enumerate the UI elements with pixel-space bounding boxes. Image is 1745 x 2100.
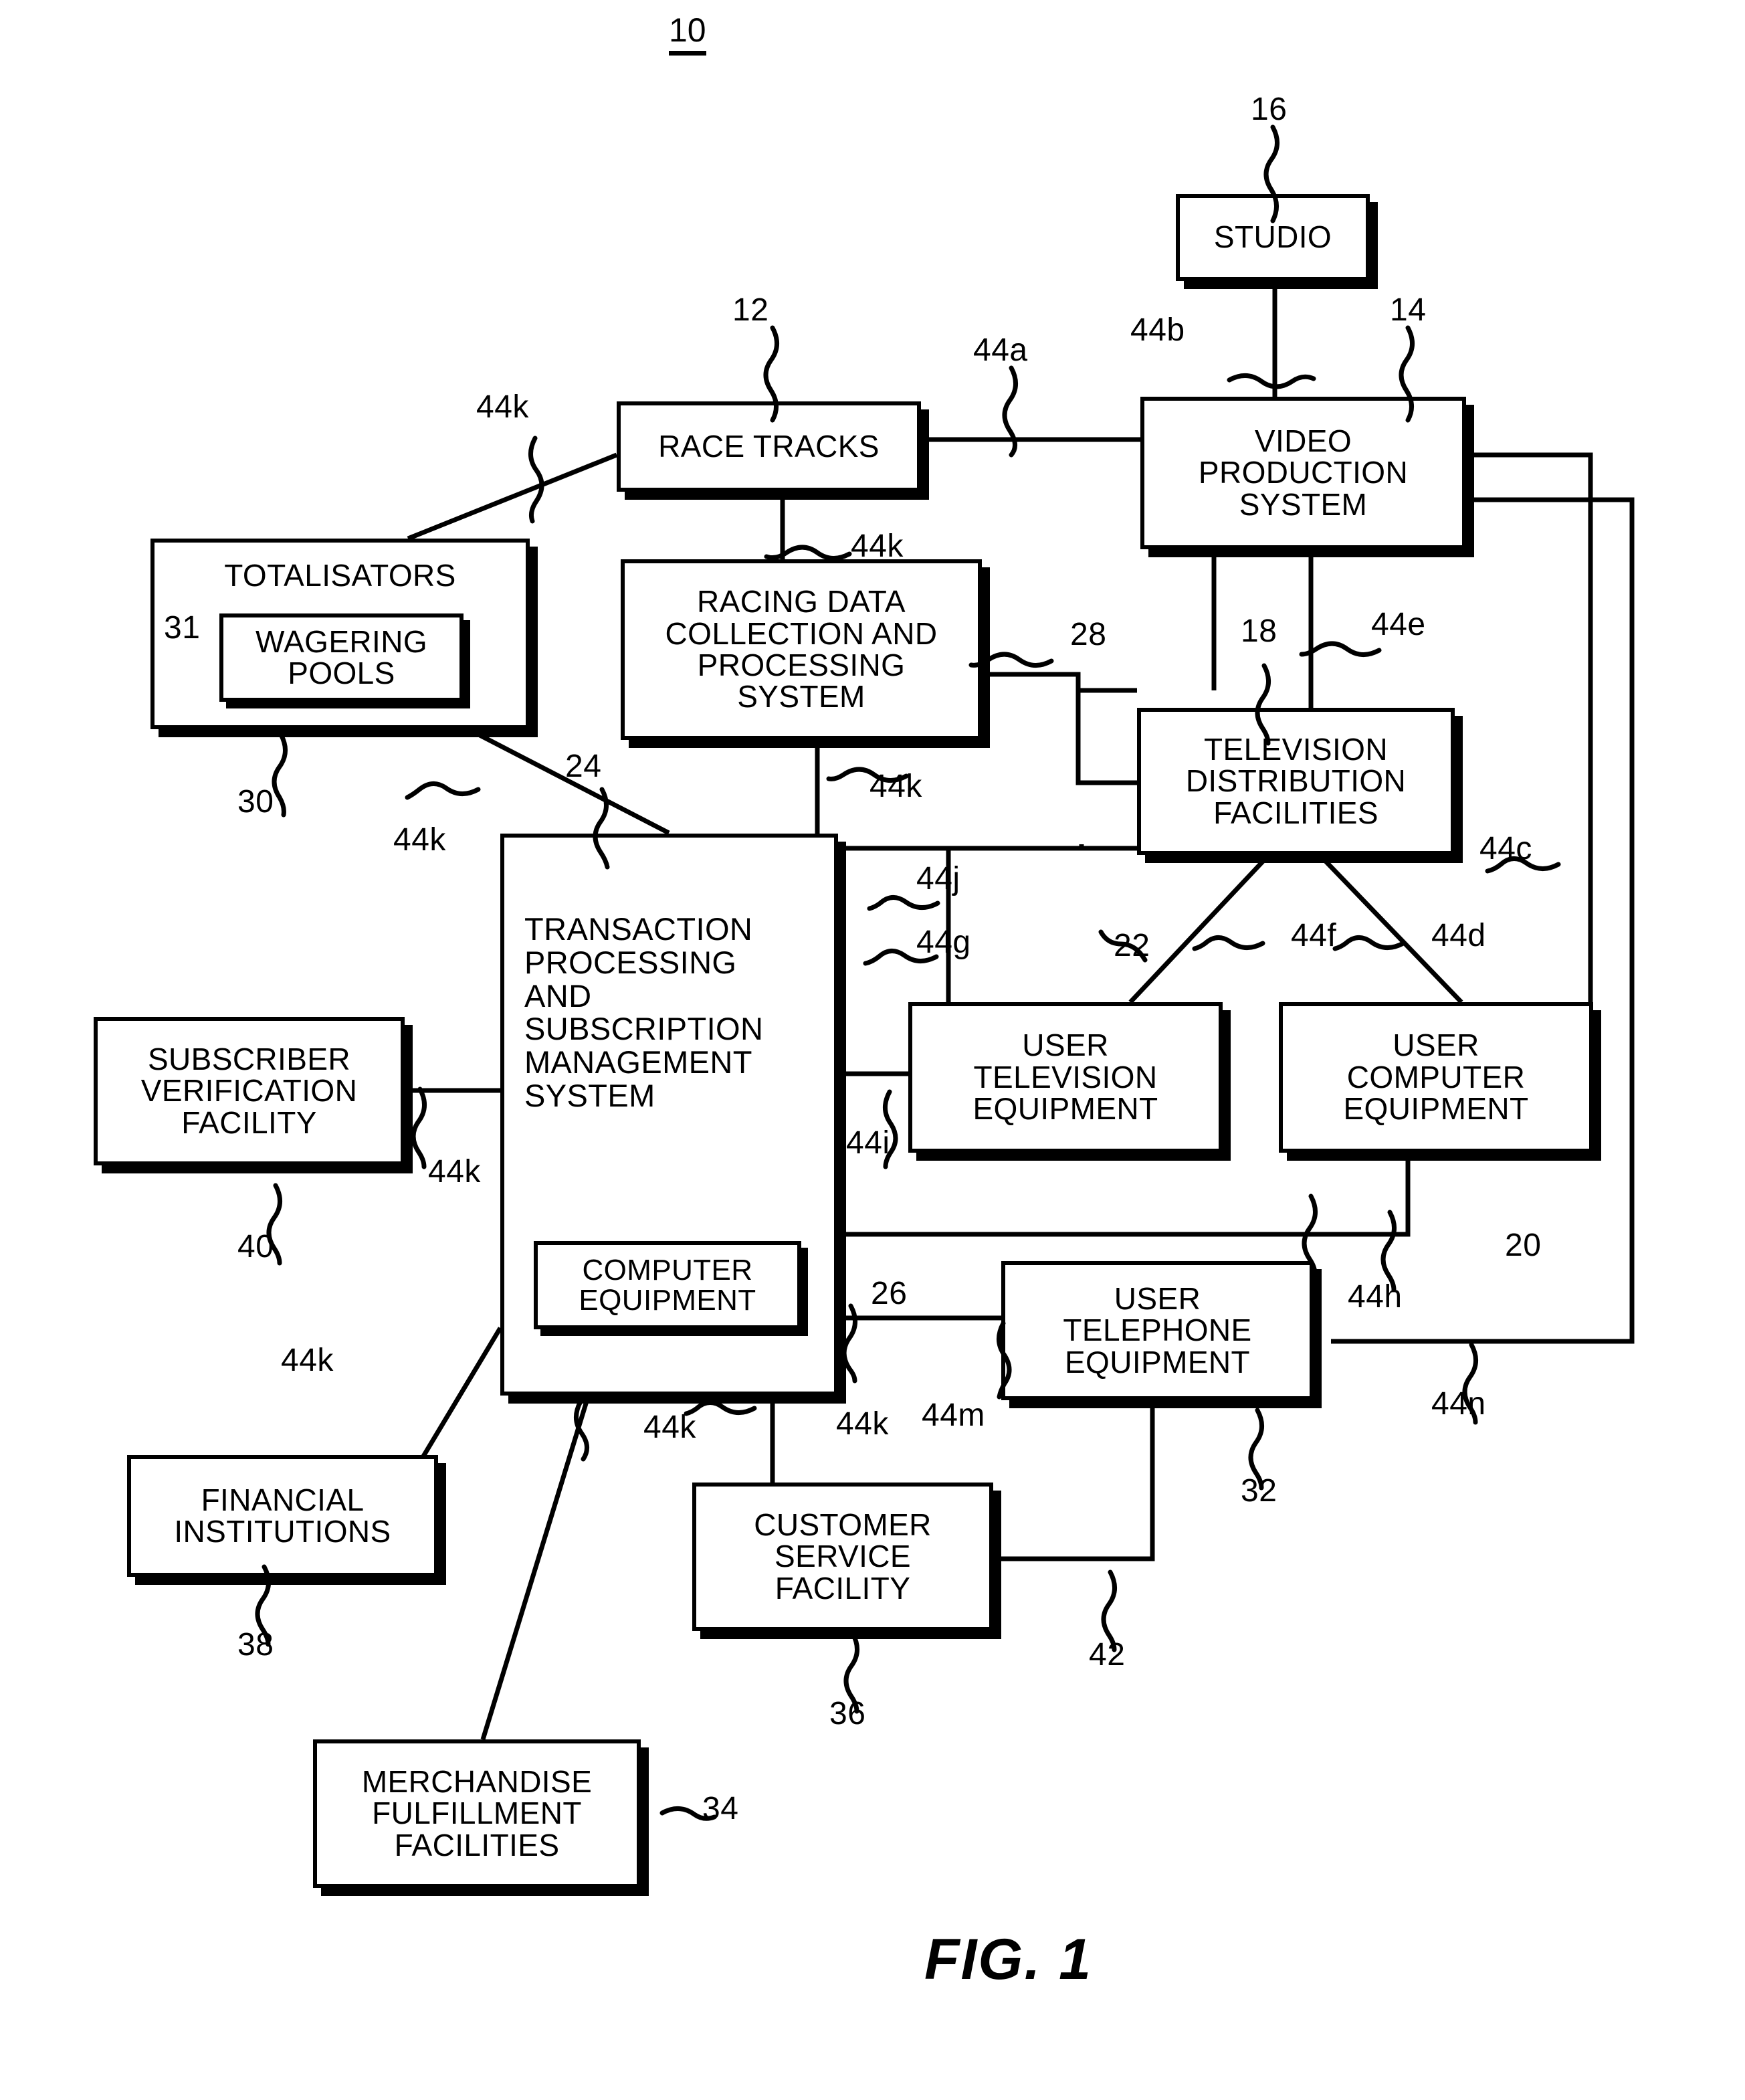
ref-44n: 44n [1431, 1386, 1486, 1422]
ref-44i: 44i [846, 1125, 890, 1161]
ref-12: 12 [732, 292, 769, 328]
patent-figure-1: STUDIO RACE TRACKS VIDEO PRODUCTION SYST… [0, 0, 1745, 2100]
ref-44m: 44m [922, 1398, 985, 1433]
ref-26: 26 [871, 1276, 908, 1311]
ref-44k-tpsms-custserv: 44k [836, 1406, 889, 1442]
ref-44k-tpsms-merch: 44k [643, 1410, 696, 1445]
ref-44e: 44e [1371, 607, 1426, 642]
ref-34: 34 [702, 1791, 739, 1826]
ref-31: 31 [164, 610, 201, 646]
ref-44d: 44d [1431, 918, 1486, 953]
ref-38: 38 [237, 1627, 274, 1662]
ref-20: 20 [1505, 1228, 1542, 1263]
ref-44f: 44f [1291, 918, 1337, 953]
ref-30: 30 [237, 784, 274, 820]
ref-44k-totalisators-tpsms: 44k [393, 822, 446, 858]
ref-44g: 44g [916, 925, 971, 960]
ref-18: 18 [1241, 613, 1277, 649]
figure-caption: FIG. 1 [924, 1927, 1092, 1992]
ref-44k-racetracks-racingdata: 44k [851, 529, 904, 564]
ref-44k-racetracks-totalisators: 44k [476, 389, 529, 425]
ref-22: 22 [1114, 928, 1150, 963]
ref-24: 24 [565, 749, 602, 784]
ref-36: 36 [829, 1696, 866, 1731]
ref-16: 16 [1251, 92, 1288, 127]
figure-system-number: 10 [669, 11, 706, 56]
ref-40: 40 [237, 1229, 274, 1264]
reference-leader-lines [255, 124, 1561, 1821]
ref-44b: 44b [1130, 312, 1185, 348]
ref-44k-tpsms-fininst: 44k [281, 1343, 334, 1378]
ref-32: 32 [1241, 1473, 1277, 1509]
ref-42: 42 [1089, 1637, 1126, 1673]
figure-system-number-text: 10 [669, 11, 706, 56]
ref-44c: 44c [1479, 831, 1532, 866]
ref-44a: 44a [973, 332, 1028, 368]
ref-14: 14 [1390, 292, 1427, 328]
ref-44k-subverif-tpsms: 44k [428, 1154, 481, 1189]
ref-44h: 44h [1348, 1279, 1403, 1315]
ref-44k-racingdata-tpsms: 44k [869, 769, 922, 804]
ref-28: 28 [1070, 617, 1107, 652]
ref-44j: 44j [916, 861, 960, 896]
